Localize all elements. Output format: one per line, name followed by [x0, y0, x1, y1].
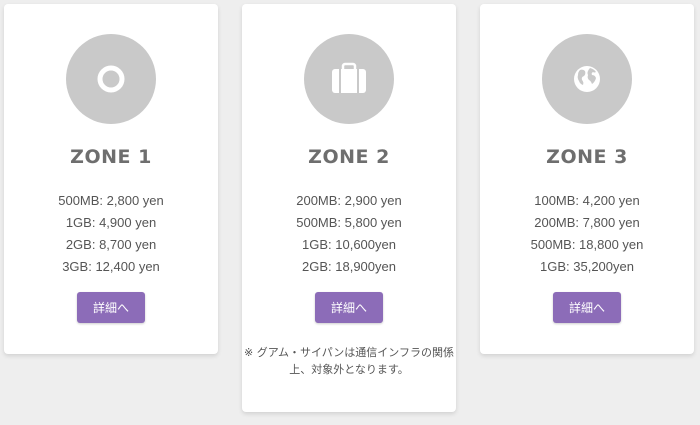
plan-item: 1GB: 4,900 yen [65, 215, 157, 230]
zone-card-1: ZONE 1 500MB: 2,800 yen 1GB: 4,900 yen 2… [4, 4, 218, 354]
note-line: 上、対象外となります。 [289, 363, 409, 376]
note-line: ※ グアム・サイパンは通信インフラの関係 [244, 346, 454, 359]
zone-1-title: ZONE 1 [70, 146, 152, 168]
zone-2-note: ※ グアム・サイパンは通信インフラの関係 上、対象外となります。 [242, 344, 456, 378]
zone-3-plan-list: 100MB: 4,200 yen 200MB: 7,800 yen 500MB:… [480, 190, 694, 278]
zone-card-2: ZONE 2 200MB: 2,900 yen 500MB: 5,800 yen… [242, 4, 456, 412]
plan-item: 500MB: 18,800 yen [530, 237, 644, 252]
ring-icon [97, 65, 125, 93]
zone-1-details-button[interactable]: 詳細へ [77, 292, 145, 323]
zone-2-title: ZONE 2 [308, 146, 390, 168]
zone-2-details-button[interactable]: 詳細へ [315, 292, 383, 323]
plan-item: 3GB: 12,400 yen [62, 259, 160, 274]
suitcase-icon [332, 62, 366, 93]
plan-item: 2GB: 18,900yen [302, 259, 396, 274]
zone-1-plan-list: 500MB: 2,800 yen 1GB: 4,900 yen 2GB: 8,7… [4, 190, 218, 278]
plan-item: 500MB: 2,800 yen [58, 193, 164, 208]
globe-icon [574, 66, 600, 92]
plan-item: 200MB: 7,800 yen [534, 215, 640, 230]
zone-1-icon-circle [66, 34, 156, 124]
plan-item: 100MB: 4,200 yen [534, 193, 640, 208]
plan-item: 1GB: 10,600yen [302, 237, 396, 252]
zone-3-details-button[interactable]: 詳細へ [553, 292, 621, 323]
plan-item: 2GB: 8,700 yen [65, 237, 157, 252]
zone-2-plan-list: 200MB: 2,900 yen 500MB: 5,800 yen 1GB: 1… [242, 190, 456, 278]
zone-2-icon-circle [304, 34, 394, 124]
zone-card-3: ZONE 3 100MB: 4,200 yen 200MB: 7,800 yen… [480, 4, 694, 354]
plan-item: 200MB: 2,900 yen [296, 193, 402, 208]
zone-pricing-section: ZONE 1 500MB: 2,800 yen 1GB: 4,900 yen 2… [0, 0, 700, 425]
plan-item: 1GB: 35,200yen [540, 259, 634, 274]
zone-3-icon-circle [542, 34, 632, 124]
plan-item: 500MB: 5,800 yen [296, 215, 402, 230]
zone-3-title: ZONE 3 [546, 146, 628, 168]
